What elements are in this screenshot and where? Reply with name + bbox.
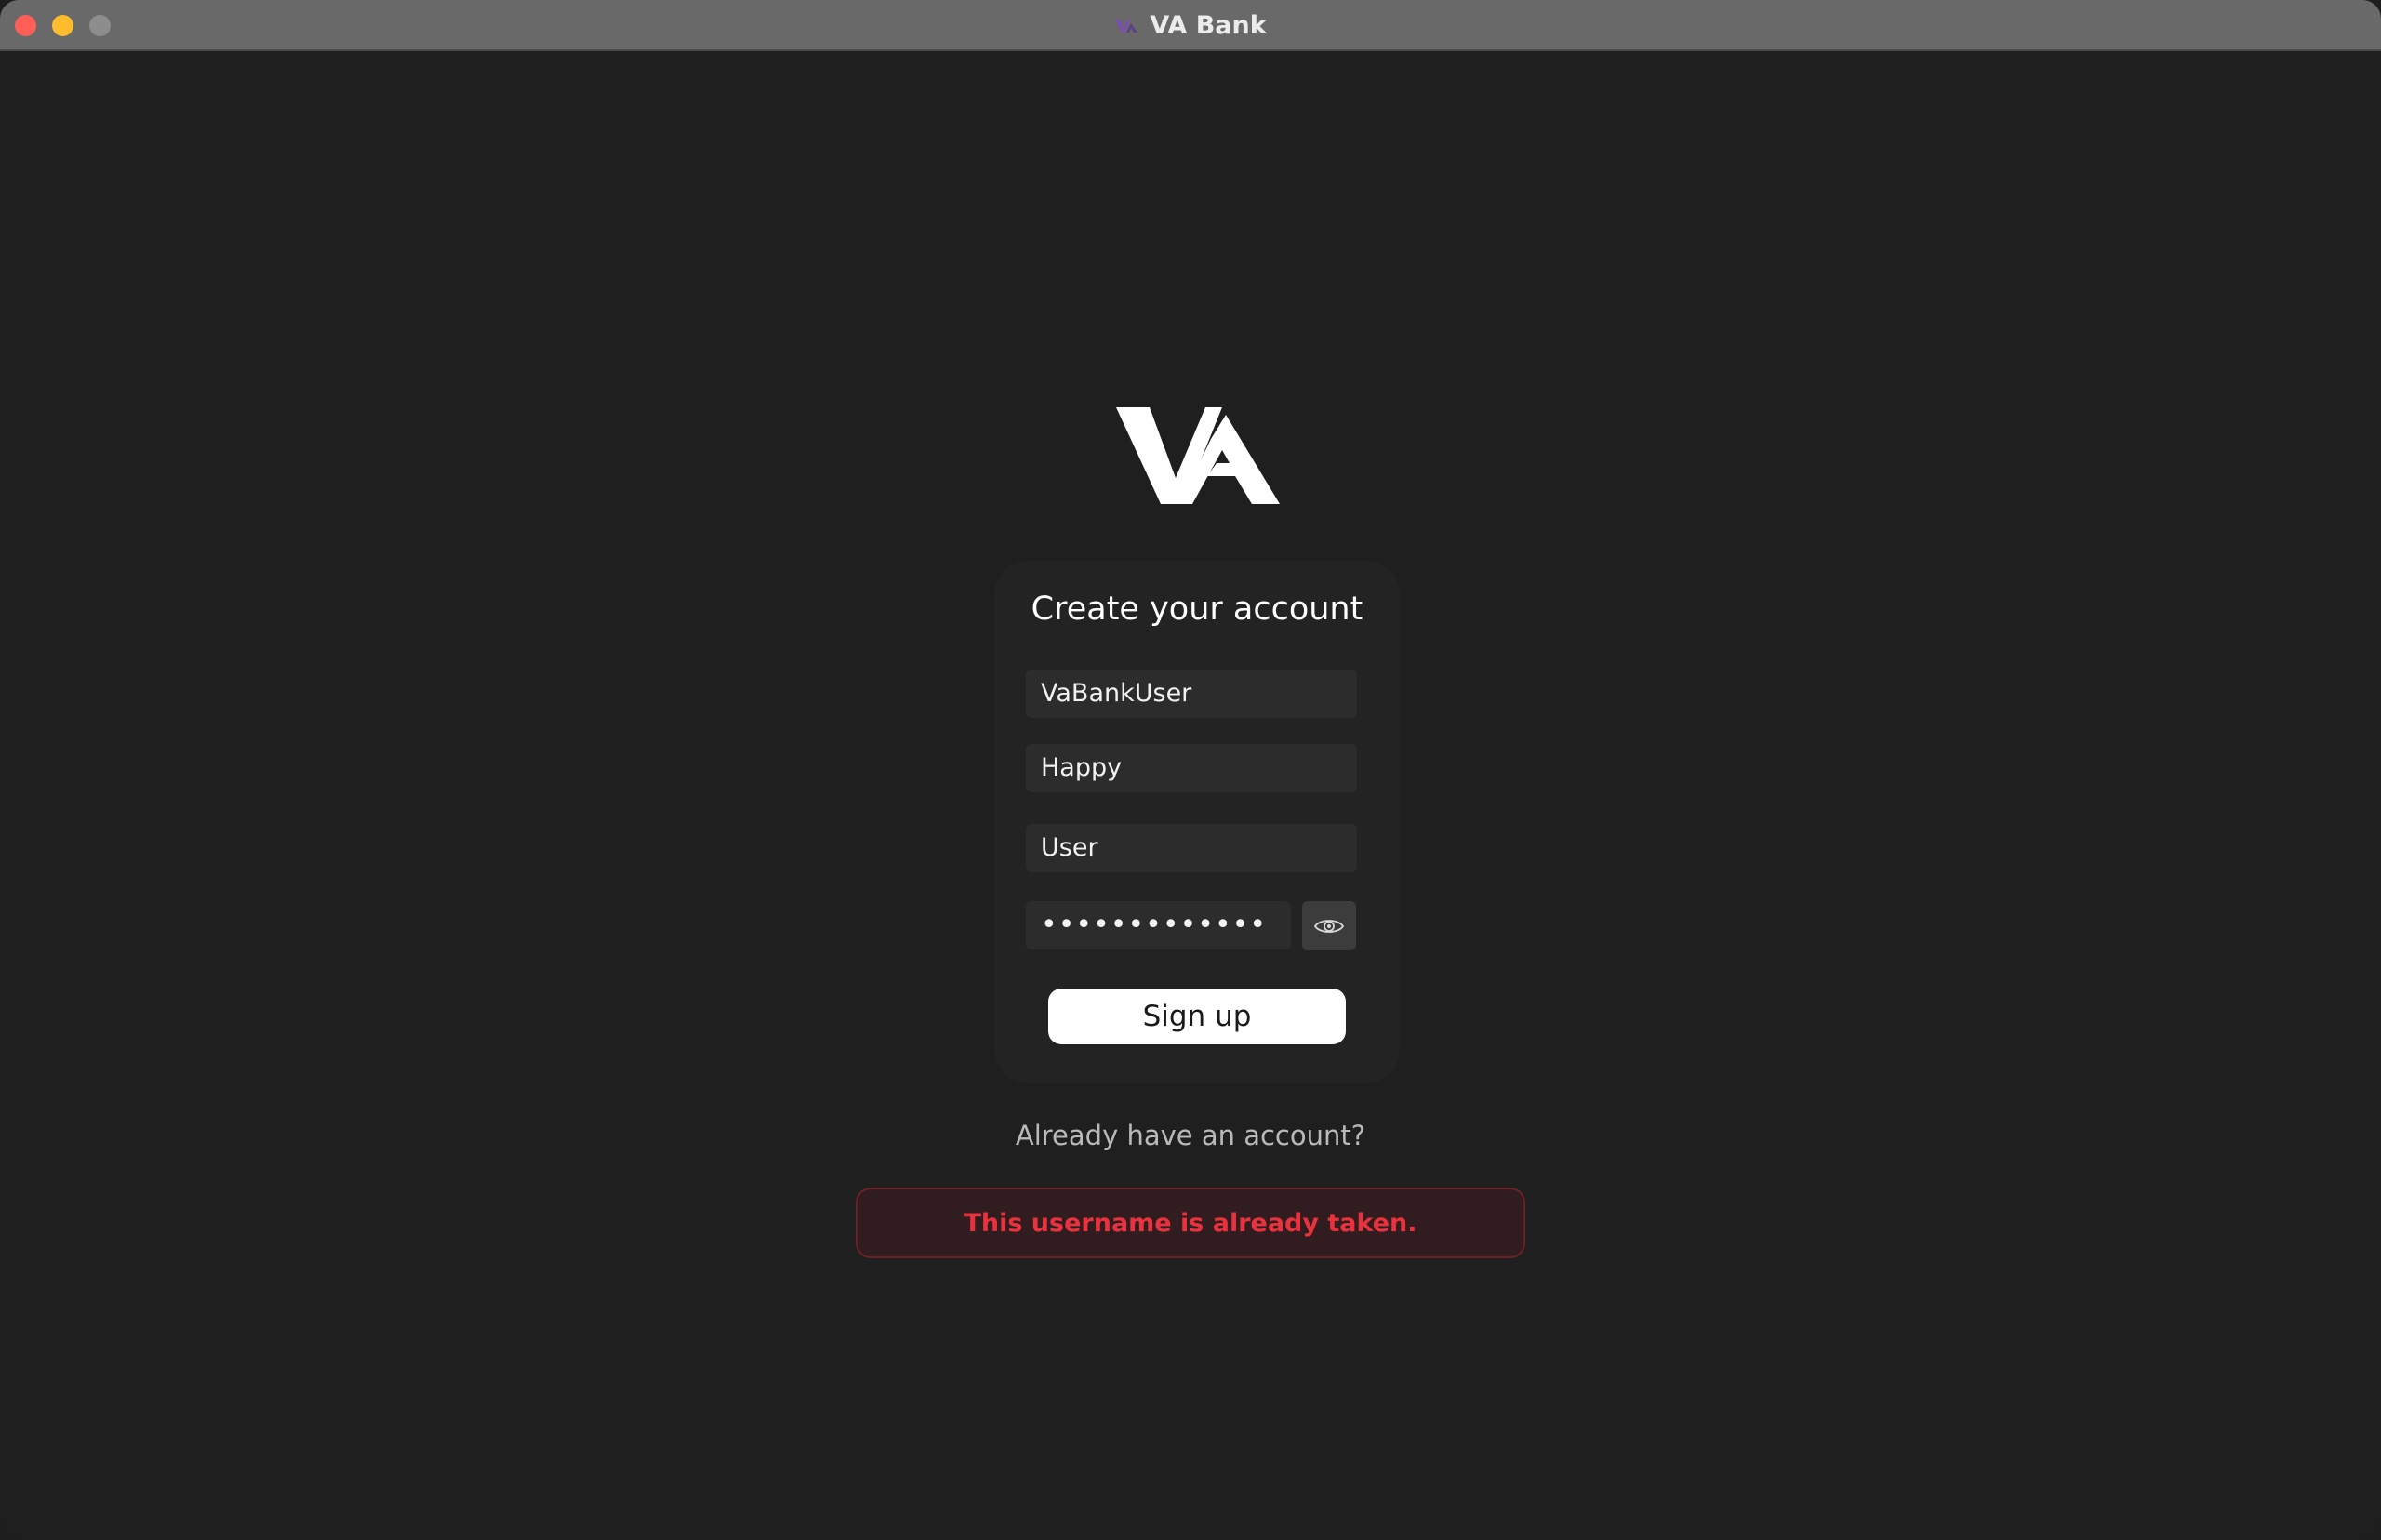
app-window: VA Bank Create your account VaBankUser H… (0, 0, 2381, 1540)
form-heading: Create your account (1031, 591, 1363, 628)
first-name-field[interactable]: Happy (1026, 744, 1357, 792)
title-bar: VA Bank (0, 0, 2381, 51)
va-logo-icon (1116, 407, 1280, 504)
window-title: VA Bank (1150, 11, 1267, 40)
signup-card: Create your account VaBankUser Happy Use… (994, 561, 1400, 1083)
app-logo-small-icon (1115, 19, 1138, 33)
eye-icon (1313, 919, 1345, 933)
sign-in-link[interactable]: Already have an account? (0, 1120, 2381, 1151)
show-password-button[interactable] (1302, 901, 1356, 950)
sign-up-button[interactable]: Sign up (1048, 989, 1346, 1044)
error-message: This username is already taken. (964, 1208, 1417, 1238)
window-title-group: VA Bank (0, 0, 2381, 51)
username-field[interactable]: VaBankUser (1026, 670, 1357, 718)
last-name-field[interactable]: User (1026, 824, 1357, 872)
password-field[interactable]: ••••••••••••• (1026, 901, 1291, 949)
error-banner: This username is already taken. (856, 1188, 1525, 1258)
